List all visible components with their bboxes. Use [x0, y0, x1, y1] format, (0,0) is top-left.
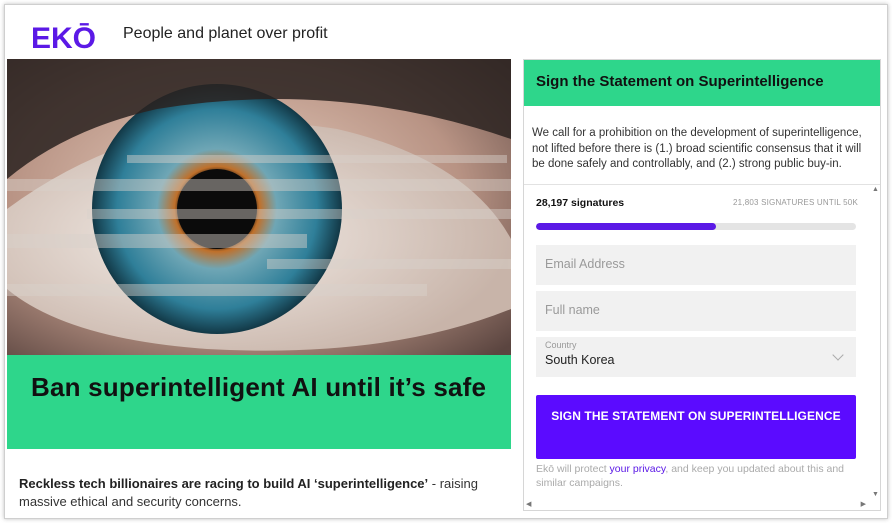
country-value: South Korea: [545, 353, 615, 367]
svg-text:EKŌ: EKŌ: [31, 22, 96, 53]
signature-count: 28,197 signatures: [536, 197, 625, 209]
petition-form-scroll-area[interactable]: 28,197 signatures 21,803 SIGNATURES UNTI…: [524, 184, 880, 510]
petition-header: Sign the Statement on Superintelligence: [524, 60, 880, 106]
page-frame: EKŌ People and planet over profit Ban su…: [4, 4, 888, 519]
intro-text: Reckless tech billionaires are racing to…: [19, 475, 489, 511]
scroll-down-icon[interactable]: ▼: [872, 491, 879, 498]
country-select[interactable]: Country South Korea: [536, 337, 856, 377]
petition-heading: Sign the Statement on Superintelligence: [536, 73, 824, 90]
privacy-link[interactable]: your privacy: [610, 463, 666, 475]
hero-eye-image: [7, 59, 511, 356]
eye-illustration: [7, 59, 511, 356]
petition-description: We call for a prohibition on the develop…: [532, 127, 862, 170]
signature-stats: 28,197 signatures 21,803 SIGNATURES UNTI…: [536, 197, 858, 211]
name-placeholder: Full name: [545, 303, 600, 317]
horizontal-scrollbar[interactable]: ◀ ▶: [524, 500, 880, 510]
full-name-field[interactable]: Full name: [536, 291, 856, 331]
site-header: EKŌ People and planet over profit: [5, 5, 887, 61]
signature-progress-bar: [536, 223, 856, 230]
privacy-pre: Ekō will protect: [536, 463, 610, 475]
country-label: Country: [545, 340, 577, 350]
scroll-left-icon[interactable]: ◀: [526, 500, 531, 508]
eko-logo[interactable]: EKŌ: [31, 17, 107, 53]
email-field[interactable]: Email Address: [536, 245, 856, 285]
intro-bold: Reckless tech billionaires are racing to…: [19, 476, 429, 491]
vertical-scrollbar[interactable]: ▲ ▼: [870, 184, 880, 510]
scroll-up-icon[interactable]: ▲: [872, 186, 879, 193]
hero-title-band: Ban superintelligent AI until it’s safe: [7, 355, 511, 449]
email-placeholder: Email Address: [545, 257, 625, 271]
page-title: Ban superintelligent AI until it’s safe: [31, 372, 487, 402]
signatures-until-goal: 21,803 SIGNATURES UNTIL 50K: [732, 198, 858, 207]
chevron-down-icon[interactable]: [832, 349, 844, 361]
sign-statement-button[interactable]: SIGN THE STATEMENT ON SUPERINTELLIGENCE: [536, 395, 856, 459]
privacy-notice: Ekō will protect your privacy, and keep …: [536, 462, 856, 490]
tagline: People and planet over profit: [123, 25, 328, 42]
petition-panel: Sign the Statement on Superintelligence …: [523, 59, 881, 511]
progress-fill: [536, 223, 717, 230]
scroll-right-icon[interactable]: ▶: [861, 500, 866, 508]
